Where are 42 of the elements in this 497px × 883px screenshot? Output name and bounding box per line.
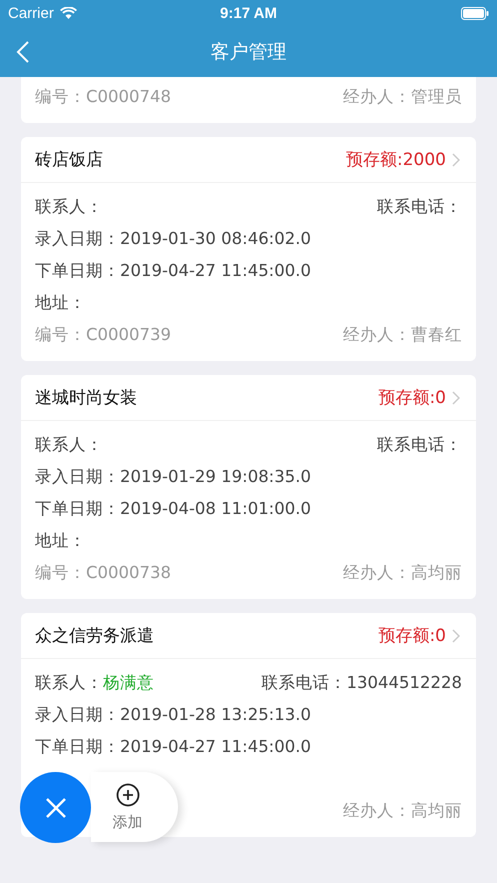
field-text: 录入日期：2019-01-29 19:08:35.0 [35, 466, 311, 488]
field-text: 录入日期：2019-01-30 08:46:02.0 [35, 228, 311, 250]
customer-card[interactable]: 迷城时尚女装 预存额:0 联系人： 联系电话： 录入日期：2019-01-29 19:08:35.0 下单日期：2019-04-08 11:01:00.0 地址： 编号：C0000738 经办人：高均丽 [21, 375, 476, 599]
field-text: 联系电话：13044512228 [262, 672, 462, 694]
field-text: 联系人： [35, 434, 103, 456]
field-text: 经办人：高均丽 [343, 800, 462, 822]
chevron-icon [452, 390, 460, 404]
field-text: 经办人：高均丽 [343, 562, 462, 584]
back-icon[interactable] [16, 40, 30, 64]
add-label: 添加 [112, 812, 142, 832]
nav-title: 客户管理 [210, 40, 286, 64]
add-menu[interactable]: 添加 [91, 772, 178, 842]
field-text: 经办人：管理员 [343, 86, 462, 108]
field-text: 编号：C0000739 [35, 324, 172, 346]
deposit-text: 预存额:2000 [346, 149, 446, 171]
chevron-icon [452, 152, 460, 166]
carrier-text: Carrier [8, 4, 54, 22]
battery-icon [461, 6, 489, 20]
field-text: 录入日期：2019-01-28 13:25:13.0 [35, 704, 311, 726]
clock-text: 9:17 AM [220, 4, 277, 22]
field-text: 下单日期：2019-04-27 11:45:00.0 [35, 260, 311, 282]
deposit-text: 预存额:0 [378, 625, 446, 647]
customer-name: 众之信劳务派遣 [35, 625, 154, 647]
field-text: 下单日期：2019-04-27 11:45:00.0 [35, 736, 311, 758]
field-text: 联系人：杨满意 [35, 672, 154, 694]
customer-name: 迷城时尚女装 [35, 387, 137, 409]
deposit-text: 预存额:0 [378, 387, 446, 409]
wifi-icon [60, 7, 77, 19]
chevron-icon [452, 628, 460, 642]
field-text: 联系电话： [377, 196, 462, 218]
field-text: 编号：C0000748 [35, 86, 172, 108]
customer-name: 砖店饭店 [35, 149, 103, 171]
field-text: 联系电话： [377, 434, 462, 456]
field-text: 地址： [35, 292, 86, 314]
customer-card[interactable]: 砖店饭店 预存额:2000 联系人： 联系电话： 录入日期：2019-01-30 08:46:02.0 下单日期：2019-04-27 11:45:00.0 地址： 编号：C0000739 经办人：曹春红 [21, 137, 476, 361]
field-text: 联系人： [35, 196, 103, 218]
field-text: 经办人：曹春红 [343, 324, 462, 346]
field-text: 地址： [35, 530, 86, 552]
field-text: 编号：C0000738 [35, 562, 172, 584]
close-icon [44, 796, 66, 818]
plus-circle-icon [116, 782, 140, 806]
field-text: 下单日期：2019-04-08 11:01:00.0 [35, 498, 311, 520]
